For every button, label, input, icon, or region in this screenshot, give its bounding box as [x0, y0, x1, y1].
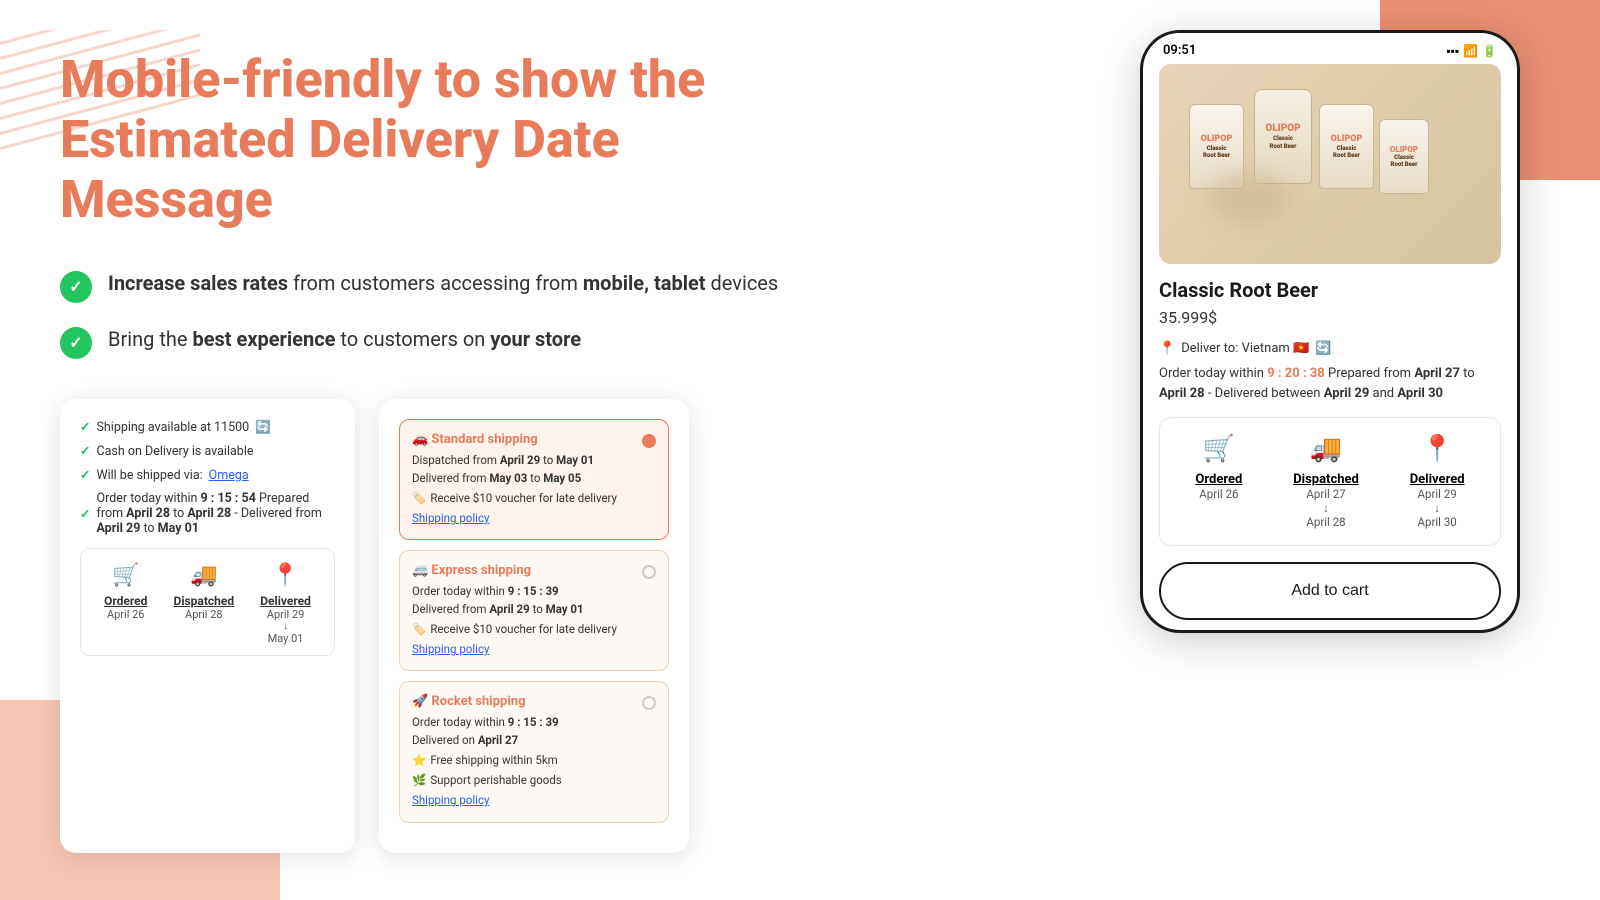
timeline-step-ordered: 🛒 Ordered April 26: [104, 563, 147, 645]
omega-link[interactable]: Omega: [209, 468, 249, 483]
delivered-date-2: May 01: [268, 632, 304, 645]
phone-content: OLIPOP Classic Root Beer OLIPOP Classic …: [1143, 64, 1517, 630]
ordered-label: Ordered: [104, 594, 147, 608]
express-radio[interactable]: [642, 565, 656, 579]
rocket-radio[interactable]: [642, 696, 656, 710]
phone-dispatched-arrow: ↓: [1323, 501, 1329, 515]
order-timing-line: Order today within 9 : 15 : 54 Prepared …: [80, 491, 335, 536]
phone-cart-icon: 🛒: [1203, 434, 1235, 464]
phone-dispatched-date-2: April 28: [1306, 515, 1345, 529]
shipping-info-card: Shipping available at 11500 🔄 Cash on De…: [60, 399, 355, 852]
phone-timeline-dispatched: 🚚 Dispatched April 27 ↓ April 28: [1293, 434, 1359, 529]
status-bar: 09:51 ▪▪▪ 📶 🔋: [1143, 33, 1517, 64]
status-icons: ▪▪▪ 📶 🔋: [1446, 44, 1497, 58]
phone-delivered-date-2: April 30: [1418, 515, 1457, 529]
standard-radio[interactable]: [642, 434, 656, 448]
shipping-available-text: Shipping available at 11500: [96, 420, 249, 435]
shipping-available-line: Shipping available at 11500 🔄: [80, 419, 335, 435]
feature-text-1: Increase sales rates from customers acce…: [108, 269, 778, 297]
refresh-icon-delivery[interactable]: 🔄: [1315, 341, 1331, 356]
phone-timeline-delivered: 📍 Delivered April 29 ↓ April 30: [1410, 434, 1465, 529]
feature-text-2: Bring the best experience to customers o…: [108, 325, 581, 353]
left-panel: Mobile-friendly to show the Estimated De…: [60, 50, 840, 853]
rocket-shipping-desc: Order today within 9 : 15 : 39 Delivered…: [412, 714, 656, 809]
phone-timeline: 🛒 Ordered April 26 🚚 Dispatched April 27…: [1159, 417, 1501, 546]
phone-delivered-date-1: April 29: [1418, 487, 1457, 501]
right-panel: 09:51 ▪▪▪ 📶 🔋 OLIPOP Classic Root Beer: [1140, 30, 1540, 633]
dispatched-date: April 28: [185, 608, 223, 621]
phone-timeline-ordered: 🛒 Ordered April 26: [1195, 434, 1242, 529]
add-to-cart-button[interactable]: Add to cart: [1159, 562, 1501, 620]
phone-dispatched-label: Dispatched: [1293, 472, 1359, 487]
phone-pin-icon: 📍: [1421, 434, 1453, 464]
refresh-icon-1[interactable]: 🔄: [255, 420, 271, 435]
express-policy-link[interactable]: Shipping policy: [412, 642, 489, 656]
phone-delivered-label: Delivered: [1410, 472, 1465, 487]
standard-policy-link[interactable]: Shipping policy: [412, 511, 489, 525]
product-price: 35.999$: [1159, 308, 1501, 327]
deliver-to: 📍 Deliver to: Vietnam 🇻🇳 🔄: [1159, 341, 1501, 356]
feature-item-2: Bring the best experience to customers o…: [60, 325, 840, 359]
cod-text: Cash on Delivery is available: [96, 444, 253, 459]
pin-icon-delivery: 📍: [1159, 341, 1175, 356]
dispatched-label: Dispatched: [174, 594, 235, 608]
product-title: Classic Root Beer: [1159, 278, 1501, 302]
order-timing: Order today within 9 : 20 : 38 Prepared …: [1159, 364, 1501, 403]
shipped-via-text: Will be shipped via:: [96, 468, 202, 483]
delivered-label: Delivered: [260, 594, 311, 608]
card1-timeline: 🛒 Ordered April 26 🚚 Dispatched April 28…: [80, 548, 335, 656]
check-icon-1: [60, 271, 92, 303]
deliver-to-text: Deliver to: Vietnam 🇻🇳: [1181, 341, 1309, 356]
product-image: OLIPOP Classic Root Beer OLIPOP Classic …: [1159, 64, 1501, 264]
timeline-step-dispatched: 🚚 Dispatched April 28: [174, 563, 235, 645]
rocket-shipping-title: 🚀 Rocket shipping: [412, 694, 526, 709]
phone-dispatched-date-1: April 27: [1306, 487, 1345, 501]
standard-shipping-title: 🚗 Standard shipping: [412, 432, 538, 447]
check-icon-2: [60, 327, 92, 359]
cart-icon: 🛒: [112, 563, 139, 588]
express-shipping-title: 🚐 Express shipping: [412, 563, 531, 578]
rocket-policy-link[interactable]: Shipping policy: [412, 793, 489, 807]
truck-icon: 🚚: [190, 563, 217, 588]
ordered-date: April 26: [107, 608, 145, 621]
battery-icon: 🔋: [1482, 44, 1497, 58]
features-list: Increase sales rates from customers acce…: [60, 269, 840, 359]
phone-frame: 09:51 ▪▪▪ 📶 🔋 OLIPOP Classic Root Beer: [1140, 30, 1520, 633]
phone-ordered-date: April 26: [1199, 487, 1238, 501]
order-timing-text: Order today within 9 : 15 : 54 Prepared …: [96, 491, 335, 536]
signal-icon: ▪▪▪: [1446, 44, 1459, 58]
standard-shipping-desc: Dispatched from April 29 to May 01 Deliv…: [412, 452, 656, 527]
shipped-via-line: Will be shipped via: Omega: [80, 467, 335, 483]
pin-icon: 📍: [272, 563, 299, 588]
express-shipping-desc: Order today within 9 : 15 : 39 Delivered…: [412, 583, 656, 658]
phone-ordered-label: Ordered: [1195, 472, 1242, 487]
express-shipping-option[interactable]: 🚐 Express shipping Order today within 9 …: [399, 550, 669, 671]
cod-line: Cash on Delivery is available: [80, 443, 335, 459]
rocket-shipping-option[interactable]: 🚀 Rocket shipping Order today within 9 :…: [399, 681, 669, 822]
delivered-date-1: April 29: [267, 608, 305, 621]
phone-delivered-arrow: ↓: [1434, 501, 1440, 515]
wifi-icon: 📶: [1463, 44, 1478, 58]
screens-row: Shipping available at 11500 🔄 Cash on De…: [60, 399, 840, 852]
status-time: 09:51: [1163, 43, 1196, 58]
page-title: Mobile-friendly to show the Estimated De…: [60, 50, 840, 229]
timeline-step-delivered: 📍 Delivered April 29 ↓ May 01: [260, 563, 311, 645]
phone-truck-icon: 🚚: [1310, 434, 1342, 464]
feature-item-1: Increase sales rates from customers acce…: [60, 269, 840, 303]
standard-shipping-option[interactable]: 🚗 Standard shipping Dispatched from Apri…: [399, 419, 669, 540]
delivered-arrow: ↓: [283, 621, 288, 632]
shipping-options-card: 🚗 Standard shipping Dispatched from Apri…: [379, 399, 689, 852]
